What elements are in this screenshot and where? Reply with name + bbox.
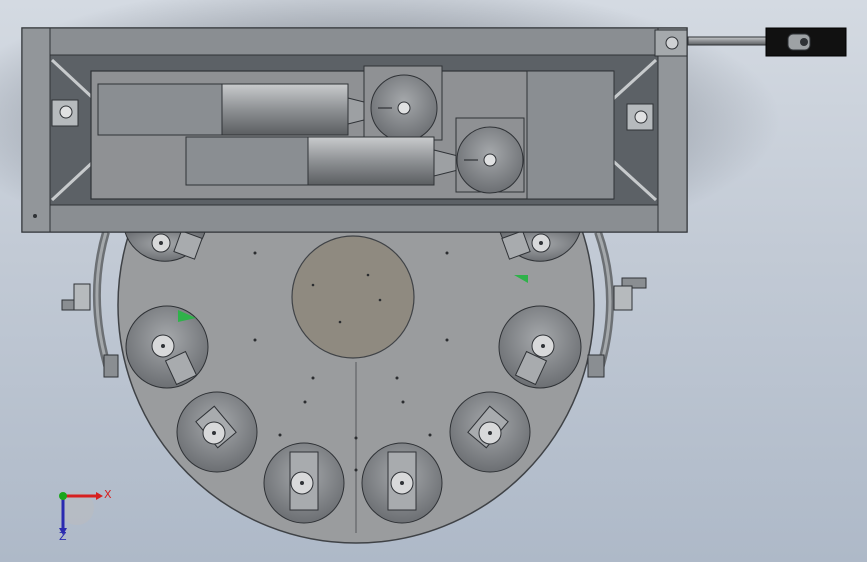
upper-gearbox[interactable] [221,83,349,136]
station-cup[interactable] [361,442,443,524]
upper-motor[interactable] [97,83,223,136]
drive-carriage[interactable] [90,65,615,200]
lower-motor[interactable] [185,136,309,186]
station-cup[interactable] [125,305,209,389]
center-disc[interactable] [291,235,415,359]
coordinate-triad [59,491,103,535]
x-axis-label: X [104,488,112,501]
z-axis-label: Z [59,530,67,543]
station-cup[interactable] [176,391,258,473]
cad-viewport[interactable]: X Z [0,0,867,562]
lower-gearbox[interactable] [307,136,435,186]
assembly-top-view[interactable] [0,0,867,562]
station-cup[interactable] [498,305,582,389]
station-cup[interactable] [449,391,531,473]
right-guide-rail[interactable] [587,230,647,378]
y-axis-marker [59,492,67,500]
left-guide-rail[interactable] [61,230,119,378]
station-cup[interactable] [263,442,345,524]
